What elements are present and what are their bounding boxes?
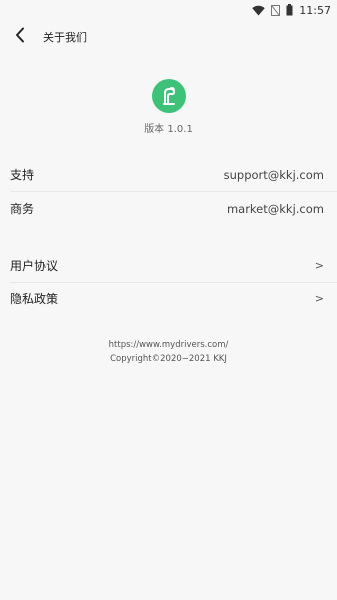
- app-logo-icon: [151, 79, 186, 113]
- support-email[interactable]: support@kkj.com: [224, 168, 324, 182]
- signal-off-icon: [271, 4, 281, 16]
- support-row[interactable]: 支持 support@kkj.com: [0, 158, 337, 191]
- footer: https://www.mydrivers.com/ Copyright©202…: [0, 338, 337, 366]
- chevron-right-icon: >: [314, 259, 324, 272]
- app-logo-container: [0, 79, 337, 113]
- business-row[interactable]: 商务 market@kkj.com: [0, 192, 337, 225]
- business-email[interactable]: market@kkj.com: [227, 202, 324, 216]
- status-time: 11:57: [299, 3, 331, 17]
- footer-copyright: Copyright©2020−2021 KKJ: [110, 354, 227, 364]
- app-version: 版本 1.0.1: [144, 124, 193, 135]
- wifi-icon: [252, 5, 265, 16]
- business-label: 商务: [10, 202, 35, 216]
- top-app-bar: 关于我们: [0, 20, 337, 54]
- chevron-right-icon: >: [314, 292, 324, 305]
- privacy-policy-label: 隐私政策: [10, 292, 59, 306]
- battery-icon: [286, 4, 293, 16]
- chevron-left-icon: [15, 27, 25, 47]
- about-screen: 11:57 关于我们 版本 1.0.1 支持 support@kkj.com 商…: [0, 0, 337, 600]
- user-agreement-row[interactable]: 用户协议 >: [0, 249, 337, 282]
- privacy-policy-row[interactable]: 隐私政策 >: [0, 282, 337, 315]
- support-label: 支持: [10, 168, 35, 182]
- page-title: 关于我们: [43, 31, 87, 44]
- user-agreement-label: 用户协议: [10, 259, 59, 273]
- status-bar: 11:57: [0, 0, 337, 20]
- footer-url[interactable]: https://www.mydrivers.com/: [0, 338, 337, 352]
- back-button[interactable]: [0, 20, 40, 54]
